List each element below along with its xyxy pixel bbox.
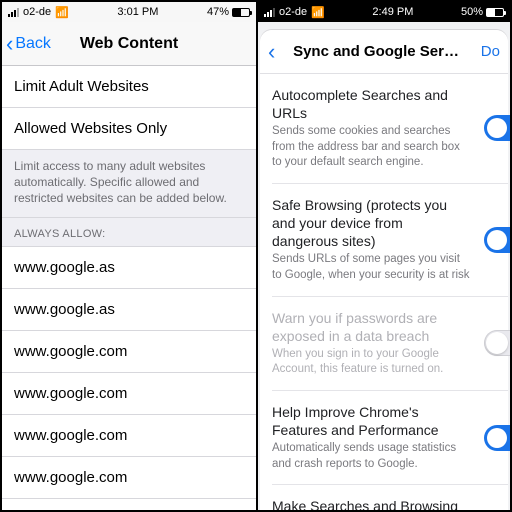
switch-icon xyxy=(484,227,510,253)
section-header-always-allow: ALWAYS ALLOW: xyxy=(2,218,256,247)
status-time: 3:01 PM xyxy=(117,6,158,18)
chevron-left-icon: ‹ xyxy=(6,33,13,55)
setting-row: Help Improve Chrome's Features and Perfo… xyxy=(272,391,508,485)
sheet-title: Sync and Google Servic… xyxy=(293,43,463,60)
left-screenshot: o2-de 📶 3:01 PM 47% ‹ Back Web Content L… xyxy=(2,2,258,510)
dual-screenshot-frame: o2-de 📶 3:01 PM 47% ‹ Back Web Content L… xyxy=(0,0,512,512)
allow-list-item[interactable]: www.google.as xyxy=(2,247,256,289)
allow-list-item[interactable]: www.google.as xyxy=(2,289,256,331)
status-bar: o2-de 📶 3:01 PM 47% xyxy=(2,2,256,22)
switch-icon xyxy=(484,425,510,451)
setting-row: Safe Browsing (protects you and your dev… xyxy=(272,184,508,297)
allow-list-item[interactable]: www.google.com xyxy=(2,415,256,457)
allow-list-item[interactable]: www.google.com xyxy=(2,331,256,373)
right-screenshot: o2-de 📶 2:49 PM 50% ‹ Sync and Google Se… xyxy=(258,2,510,510)
setting-title: Autocomplete Searches and URLs xyxy=(272,86,470,122)
page-title: Web Content xyxy=(80,35,178,53)
wifi-icon: 📶 xyxy=(311,6,325,19)
option-limit-adult[interactable]: Limit Adult Websites xyxy=(2,66,256,108)
sheet-nav: ‹ Sync and Google Servic… Do xyxy=(260,30,508,74)
wifi-icon: 📶 xyxy=(55,6,69,19)
back-label: Back xyxy=(15,35,51,53)
option-allowed-only[interactable]: Allowed Websites Only xyxy=(2,108,256,150)
setting-title: Warn you if passwords are exposed in a d… xyxy=(272,309,470,345)
content-list: Limit Adult Websites Allowed Websites On… xyxy=(2,66,256,510)
allow-list-item[interactable]: www.google.com xyxy=(2,373,256,415)
setting-desc: Automatically sends usage statistics and… xyxy=(272,441,470,472)
switch-icon xyxy=(484,330,510,356)
signal-icon xyxy=(264,8,275,17)
switch-icon xyxy=(484,115,510,141)
nav-bar: ‹ Back Web Content xyxy=(2,22,256,66)
chevron-left-icon[interactable]: ‹ xyxy=(268,39,275,65)
status-bar: o2-de 📶 2:49 PM 50% xyxy=(258,2,510,22)
battery-pct: 47% xyxy=(207,6,229,18)
settings-list: Autocomplete Searches and URLsSends some… xyxy=(260,74,508,510)
setting-toggle[interactable] xyxy=(482,424,508,452)
battery-icon xyxy=(486,8,504,17)
carrier-label: o2-de xyxy=(23,6,51,18)
setting-row: Warn you if passwords are exposed in a d… xyxy=(272,297,508,391)
setting-title: Help Improve Chrome's Features and Perfo… xyxy=(272,403,470,439)
setting-title: Make Searches and Browsing Better xyxy=(272,497,470,510)
done-button[interactable]: Do xyxy=(481,43,500,60)
setting-toggle xyxy=(482,329,508,357)
allow-list-item[interactable]: www.google.com xyxy=(2,457,256,499)
setting-desc: Sends some cookies and searches from the… xyxy=(272,124,470,171)
setting-desc: When you sign in to your Google Account,… xyxy=(272,347,470,378)
sheet-stack: ‹ Sync and Google Servic… Do Autocomplet… xyxy=(258,22,510,510)
setting-row: Autocomplete Searches and URLsSends some… xyxy=(272,74,508,184)
battery-icon xyxy=(232,8,250,17)
setting-desc: Sends URLs of some pages you visit to Go… xyxy=(272,252,470,283)
setting-row: Make Searches and Browsing BetterSends U… xyxy=(272,485,508,510)
status-time: 2:49 PM xyxy=(372,6,413,18)
setting-toggle[interactable] xyxy=(482,114,508,142)
back-button[interactable]: ‹ Back xyxy=(6,33,51,55)
info-text: Limit access to many adult websites auto… xyxy=(2,150,256,218)
setting-toggle[interactable] xyxy=(482,226,508,254)
allow-list-item[interactable]: www.google.com xyxy=(2,499,256,510)
setting-title: Safe Browsing (protects you and your dev… xyxy=(272,196,470,251)
battery-pct: 50% xyxy=(461,6,483,18)
signal-icon xyxy=(8,8,19,17)
carrier-label: o2-de xyxy=(279,6,307,18)
